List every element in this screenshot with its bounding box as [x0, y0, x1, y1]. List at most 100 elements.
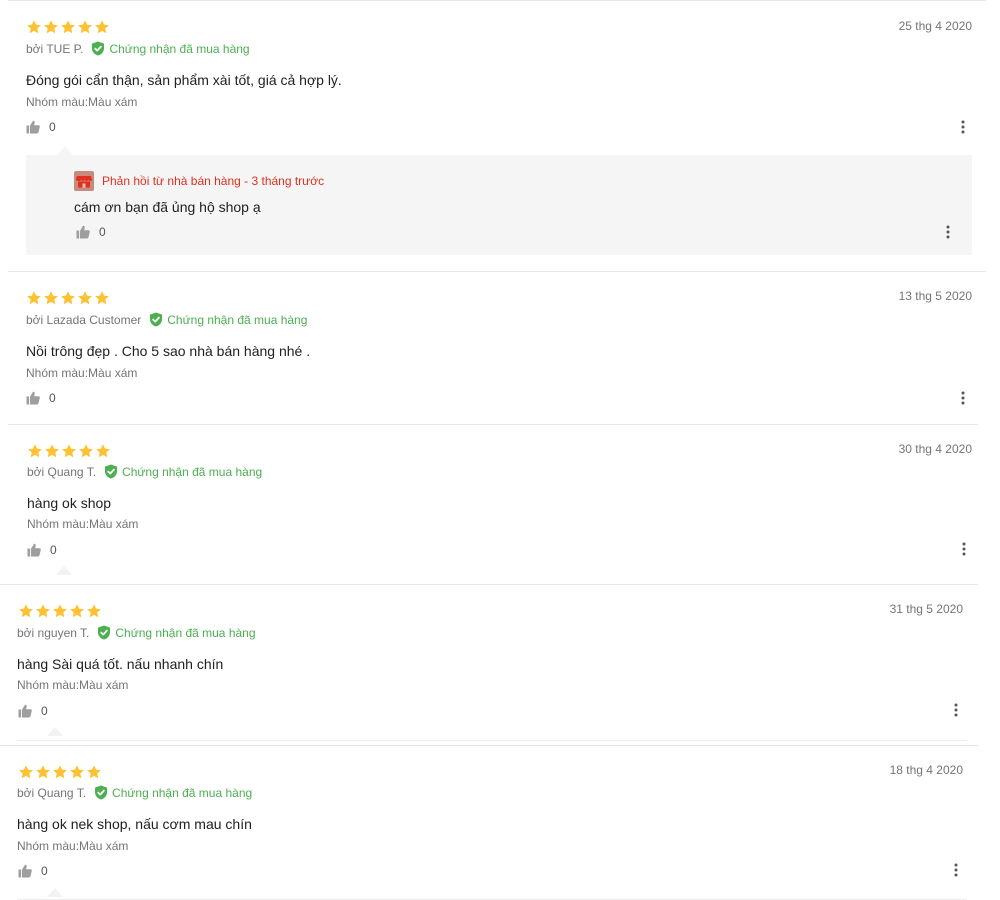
- like-button[interactable]: 0: [27, 543, 57, 557]
- star-icon: [26, 19, 42, 35]
- star-icon: [52, 764, 68, 780]
- reply-caret: [47, 727, 63, 736]
- review-sku: Nhóm màu:Màu xám: [27, 517, 139, 531]
- more-vertical-icon: [962, 542, 966, 556]
- more-vertical-icon: [946, 225, 950, 239]
- review-date: 30 thg 4 2020: [898, 442, 972, 456]
- star-icon: [43, 19, 59, 35]
- verified-badge: Chứng nhận đã mua hàng: [104, 464, 262, 479]
- more-vertical-icon: [954, 863, 958, 877]
- like-button[interactable]: 0: [18, 704, 48, 718]
- like-count: 0: [49, 391, 56, 405]
- verified-label: Chứng nhận đã mua hàng: [122, 464, 263, 479]
- review-sku: Nhóm màu:Màu xám: [17, 678, 129, 692]
- more-options-button[interactable]: [961, 120, 965, 134]
- more-vertical-icon: [961, 120, 965, 134]
- more-options-button[interactable]: [961, 391, 965, 405]
- rating-stars: [26, 19, 110, 35]
- verified-label: Chứng nhận đã mua hàng: [112, 785, 253, 800]
- star-icon: [35, 764, 51, 780]
- reply-caret: [47, 888, 63, 897]
- thumbs-up-icon: [18, 704, 32, 718]
- review-sku: Nhóm màu:Màu xám: [26, 366, 138, 380]
- star-icon: [26, 290, 42, 306]
- reply-like-count: 0: [99, 225, 106, 239]
- review-content: Nồi trông đẹp . Cho 5 sao nhà bán hàng n…: [26, 343, 311, 359]
- thumbs-up-icon: [26, 120, 40, 134]
- review-author: bởi Quang T.: [17, 785, 87, 800]
- review-item: 30 thg 4 2020 bởi Quang T. Chứng nhận đã…: [8, 424, 978, 580]
- verified-label: Chứng nhận đã mua hàng: [109, 41, 250, 56]
- star-icon: [77, 19, 93, 35]
- rating-stars: [18, 603, 102, 619]
- like-button[interactable]: 0: [18, 864, 48, 878]
- more-options-button[interactable]: [962, 542, 966, 556]
- like-count: 0: [41, 704, 48, 718]
- star-icon: [95, 443, 111, 459]
- verified-badge: Chứng nhận đã mua hàng: [97, 625, 256, 640]
- star-icon: [18, 603, 34, 619]
- review-date: 13 thg 5 2020: [898, 289, 972, 303]
- review-sku: Nhóm màu:Màu xám: [17, 839, 129, 853]
- like-button[interactable]: 0: [26, 120, 56, 134]
- more-options-button[interactable]: [954, 703, 958, 717]
- verified-label: Chứng nhận đã mua hàng: [167, 312, 308, 327]
- reply-caret: [56, 566, 72, 575]
- like-count: 0: [49, 120, 56, 134]
- thumbs-up-icon: [18, 864, 32, 878]
- verified-badge: Chứng nhận đã mua hàng: [149, 312, 307, 327]
- star-icon: [52, 603, 68, 619]
- star-icon: [44, 443, 60, 459]
- review-author: bởi TUE P.: [26, 41, 84, 56]
- rating-stars: [18, 764, 102, 780]
- shop-store-icon: [74, 171, 94, 191]
- review-content: hàng Sài quá tốt. nấu nhanh chín: [17, 656, 224, 672]
- reply-content: cám ơn bạn đã ủng hộ shop ạ: [74, 199, 261, 215]
- star-icon: [94, 19, 110, 35]
- seller-reply: Phản hồi từ nhà bán hàng - 3 tháng trước…: [26, 155, 972, 255]
- more-vertical-icon: [954, 703, 958, 717]
- like-count: 0: [50, 543, 57, 557]
- verified-check-icon: [104, 464, 118, 479]
- rating-stars: [26, 290, 110, 306]
- star-icon: [60, 290, 76, 306]
- review-date: 31 thg 5 2020: [889, 602, 963, 616]
- reply-like-button[interactable]: 0: [76, 225, 106, 239]
- review-content: Đóng gói cẩn thận, sản phẩm xài tốt, giá…: [26, 72, 342, 88]
- review-sku: Nhóm màu:Màu xám: [26, 95, 138, 109]
- like-button[interactable]: 0: [26, 391, 56, 405]
- star-icon: [27, 443, 43, 459]
- verified-badge: Chứng nhận đã mua hàng: [94, 785, 252, 800]
- star-icon: [94, 290, 110, 306]
- review-item: 31 thg 5 2020 bởi nguyen T. Chứng nhận đ…: [0, 584, 978, 742]
- verified-check-icon: [91, 41, 105, 56]
- star-icon: [86, 603, 102, 619]
- rating-stars: [27, 443, 111, 459]
- review-date: 25 thg 4 2020: [898, 19, 972, 33]
- reply-more-options-button[interactable]: [946, 225, 950, 239]
- verified-check-icon: [97, 625, 111, 640]
- verified-label: Chứng nhận đã mua hàng: [115, 625, 256, 640]
- thumbs-up-icon: [76, 225, 90, 239]
- verified-badge: Chứng nhận đã mua hàng: [91, 41, 250, 56]
- review-item: 13 thg 5 2020 bởi Lazada Customer Chứng …: [8, 271, 986, 425]
- verified-check-icon: [94, 785, 108, 800]
- star-icon: [35, 603, 51, 619]
- review-author: bởi Quang T.: [27, 464, 97, 479]
- review-content: hàng ok shop: [27, 495, 112, 511]
- review-item: 18 thg 4 2020 bởi Quang T. Chứng nhận đã…: [0, 745, 978, 900]
- star-icon: [86, 764, 102, 780]
- thumbs-up-icon: [26, 391, 40, 405]
- thumbs-up-icon: [27, 543, 41, 557]
- review-content: hàng ok nek shop, nấu cơm mau chín: [17, 816, 252, 832]
- star-icon: [77, 290, 93, 306]
- verified-check-icon: [149, 312, 163, 327]
- star-icon: [60, 19, 76, 35]
- reply-caret: [57, 146, 73, 155]
- review-author: bởi nguyen T.: [17, 625, 90, 640]
- star-icon: [61, 443, 77, 459]
- star-icon: [69, 603, 85, 619]
- review-date: 18 thg 4 2020: [889, 763, 963, 777]
- star-icon: [43, 290, 59, 306]
- more-options-button[interactable]: [954, 863, 958, 877]
